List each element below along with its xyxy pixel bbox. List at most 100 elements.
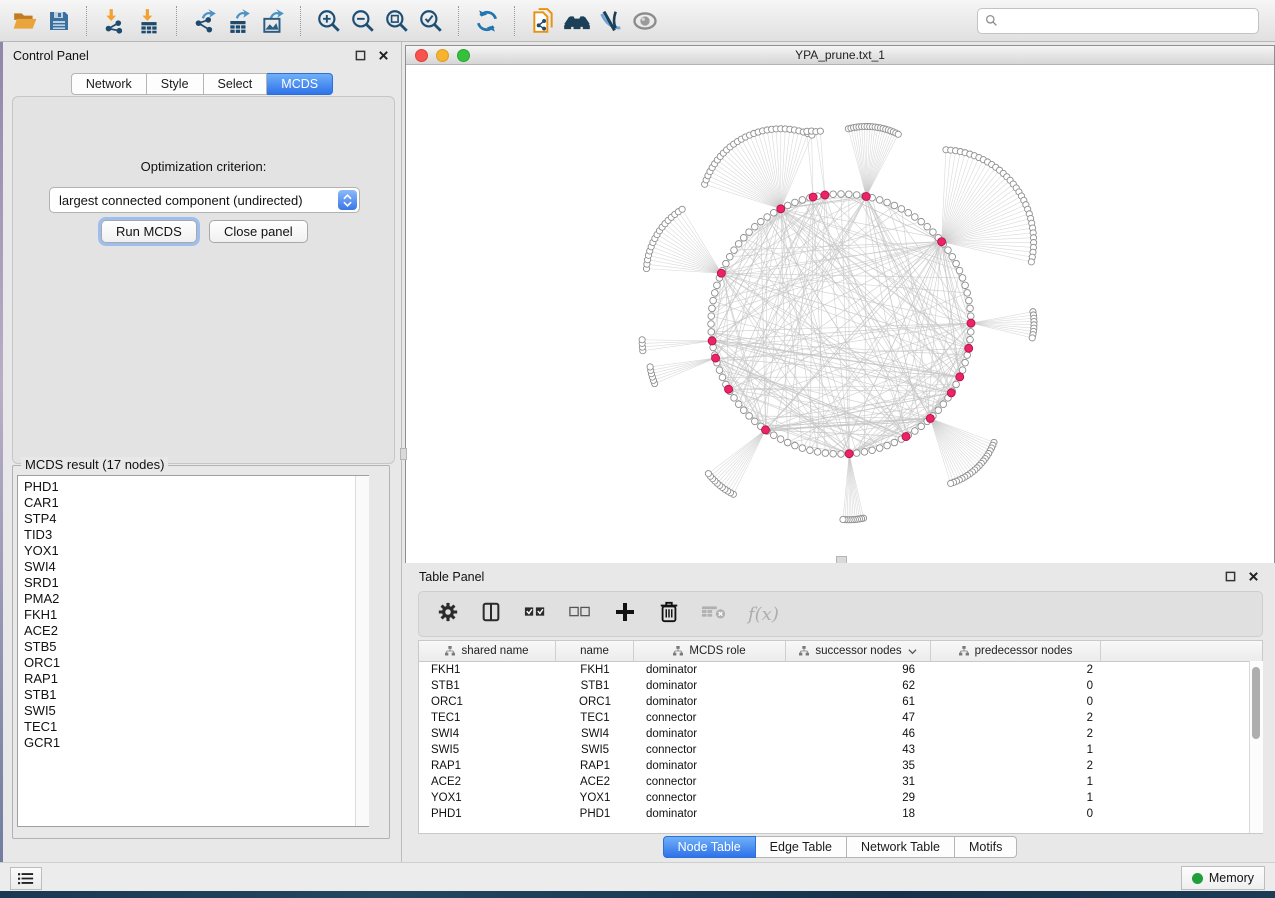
export-image-button[interactable] <box>256 4 290 38</box>
mcds-result-list[interactable]: PHD1CAR1STP4TID3YOX1SWI4SRD1PMA2FKH1ACE2… <box>17 475 369 827</box>
table-row-SWI5[interactable]: SWI5SWI5connector431 <box>419 742 1262 758</box>
network-node[interactable] <box>709 305 716 312</box>
mcds-result-item[interactable]: STP4 <box>24 511 368 527</box>
column-header-shared-name[interactable]: shared name <box>419 641 556 661</box>
table-row-YOX1[interactable]: YOX1YOX1connector291 <box>419 790 1262 806</box>
open-session-button[interactable] <box>8 4 42 38</box>
new-network-from-selection-button[interactable] <box>526 4 560 38</box>
tab-motifs[interactable]: Motifs <box>955 836 1017 858</box>
mcds-dominator-node[interactable] <box>821 191 829 199</box>
mcds-dominator-node[interactable] <box>965 344 973 352</box>
network-node[interactable] <box>784 439 791 446</box>
close-panel-icon[interactable] <box>375 48 391 64</box>
mcds-result-item[interactable]: PHD1 <box>24 479 368 495</box>
network-node[interactable] <box>746 229 753 236</box>
network-node[interactable] <box>792 442 799 449</box>
show-all-button[interactable] <box>628 4 662 38</box>
mcds-dominator-node[interactable] <box>902 433 910 441</box>
mcds-dominator-node[interactable] <box>862 192 870 200</box>
network-node[interactable] <box>838 451 845 458</box>
tab-node-table[interactable]: Node Table <box>663 836 756 858</box>
search-box[interactable] <box>977 8 1259 34</box>
network-node[interactable] <box>876 197 883 204</box>
network-leaf-node[interactable] <box>705 471 711 477</box>
show-panels-button[interactable] <box>10 867 42 890</box>
column-header-successor-nodes[interactable]: successor nodes <box>786 641 931 661</box>
network-node[interactable] <box>846 191 853 198</box>
network-node[interactable] <box>838 191 845 198</box>
network-node[interactable] <box>891 202 898 209</box>
network-node[interactable] <box>746 413 753 420</box>
table-row-PHD1[interactable]: PHD1PHD1dominator180 <box>419 806 1262 822</box>
delete-row-icon[interactable] <box>658 600 680 629</box>
network-node[interactable] <box>807 447 814 454</box>
table-scrollbar-thumb[interactable] <box>1252 667 1260 739</box>
network-node[interactable] <box>740 407 747 414</box>
network-node[interactable] <box>964 290 971 297</box>
network-node[interactable] <box>764 214 771 221</box>
mcds-result-item[interactable]: SWI4 <box>24 559 368 575</box>
tab-network-table[interactable]: Network Table <box>847 836 955 858</box>
network-node[interactable] <box>918 218 925 225</box>
network-node[interactable] <box>716 367 723 374</box>
network-node[interactable] <box>967 329 974 336</box>
network-node[interactable] <box>876 445 883 452</box>
float-panel-icon[interactable] <box>1222 569 1238 585</box>
network-node[interactable] <box>792 199 799 206</box>
network-leaf-node[interactable] <box>1029 335 1035 341</box>
network-node[interactable] <box>708 329 715 336</box>
network-node[interactable] <box>740 234 747 241</box>
network-node[interactable] <box>719 374 726 381</box>
mcds-result-item[interactable]: ACE2 <box>24 623 368 639</box>
deselect-all-rows-icon[interactable] <box>568 601 592 628</box>
import-table-button[interactable] <box>132 4 166 38</box>
export-table-button[interactable] <box>222 4 256 38</box>
table-row-SWI4[interactable]: SWI4SWI4dominator462 <box>419 726 1262 742</box>
network-node[interactable] <box>799 197 806 204</box>
network-node[interactable] <box>869 447 876 454</box>
add-row-icon[interactable] <box>613 600 637 629</box>
run-mcds-button[interactable]: Run MCDS <box>101 220 197 243</box>
mcds-dominator-node[interactable] <box>809 193 817 201</box>
column-header-predecessor-nodes[interactable]: predecessor nodes <box>931 641 1101 661</box>
node-table[interactable]: shared namenameMCDS rolesuccessor nodesp… <box>418 640 1263 834</box>
network-node[interactable] <box>708 321 715 328</box>
network-node[interactable] <box>962 359 969 366</box>
network-node[interactable] <box>830 450 837 457</box>
mcds-result-item[interactable]: SRD1 <box>24 575 368 591</box>
network-node[interactable] <box>956 267 963 274</box>
network-leaf-node[interactable] <box>639 337 645 343</box>
mcds-dominator-node[interactable] <box>708 337 716 345</box>
save-session-button[interactable] <box>42 4 76 38</box>
hide-selected-button[interactable] <box>594 4 628 38</box>
tab-network[interactable]: Network <box>71 73 147 95</box>
network-node[interactable] <box>891 439 898 446</box>
mcds-result-item[interactable]: YOX1 <box>24 543 368 559</box>
network-node[interactable] <box>710 297 717 304</box>
network-node[interactable] <box>770 209 777 216</box>
mcds-result-item[interactable]: RAP1 <box>24 671 368 687</box>
network-node[interactable] <box>731 395 738 402</box>
table-row-TEC1[interactable]: TEC1TEC1connector472 <box>419 710 1262 726</box>
apply-layout-button[interactable] <box>470 4 504 38</box>
network-leaf-node[interactable] <box>840 516 846 522</box>
network-node[interactable] <box>708 313 715 320</box>
network-node[interactable] <box>884 199 891 206</box>
mcds-dominator-node[interactable] <box>725 385 733 393</box>
network-node[interactable] <box>799 445 806 452</box>
network-node[interactable] <box>726 253 733 260</box>
network-node[interactable] <box>731 247 738 254</box>
table-row-FKH1[interactable]: FKH1FKH1dominator962 <box>419 662 1262 678</box>
mcds-result-item[interactable]: STB5 <box>24 639 368 655</box>
mcds-dominator-node[interactable] <box>947 389 955 397</box>
network-node[interactable] <box>912 428 919 435</box>
memory-button[interactable]: Memory <box>1181 866 1265 890</box>
network-node[interactable] <box>935 407 942 414</box>
mcds-result-item[interactable]: PMA2 <box>24 591 368 607</box>
network-node[interactable] <box>959 275 966 282</box>
column-header-name[interactable]: name <box>556 641 634 661</box>
network-node[interactable] <box>784 202 791 209</box>
network-node[interactable] <box>953 381 960 388</box>
network-node[interactable] <box>912 214 919 221</box>
network-leaf-node[interactable] <box>647 364 653 370</box>
